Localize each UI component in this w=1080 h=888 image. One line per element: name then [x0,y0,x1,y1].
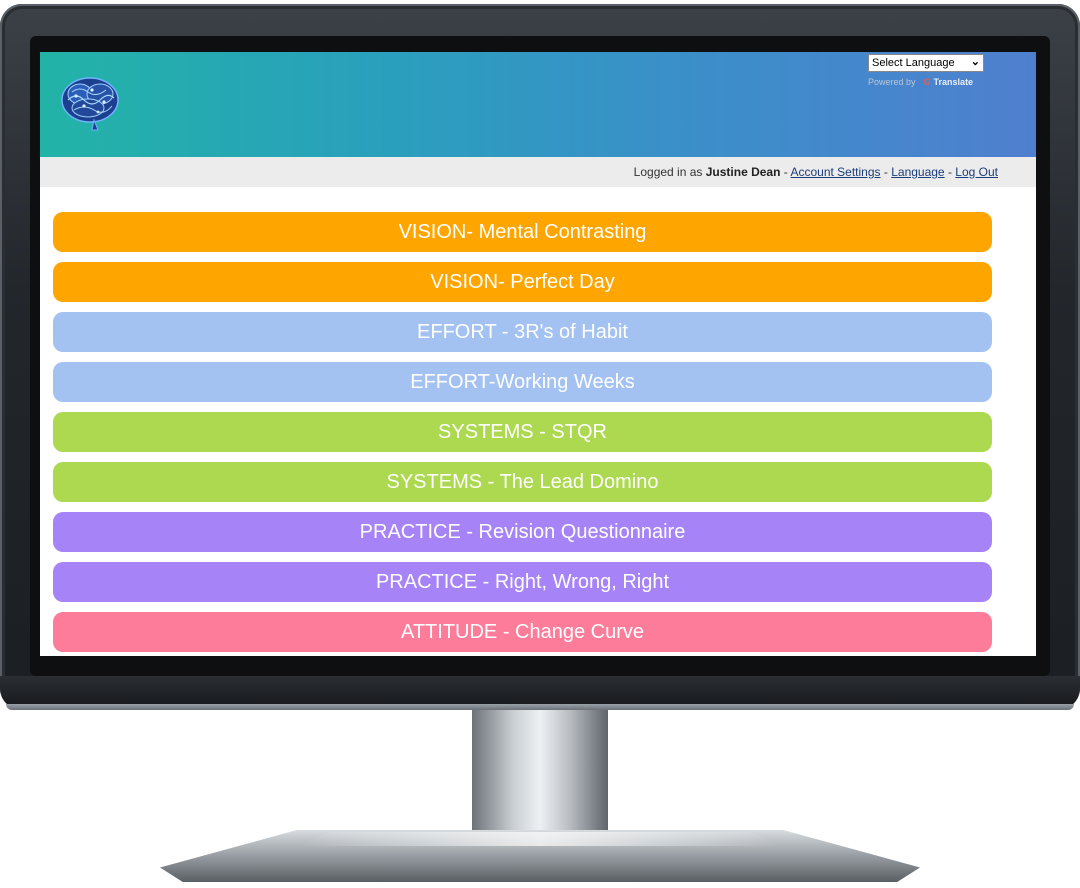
login-status: Logged in as Justine Dean - Account Sett… [634,165,998,179]
separator: - [783,165,788,179]
login-bar: Logged in as Justine Dean - Account Sett… [40,157,1036,187]
menu-item-vision-mental-contrasting[interactable]: VISION- Mental Contrasting [53,212,992,252]
google-logo-icon: G [923,77,931,87]
menu-item-effort-working-weeks[interactable]: EFFORT-Working Weeks [53,362,992,402]
menu-item-effort-3rs-of-habit[interactable]: EFFORT - 3R's of Habit [53,312,992,352]
separator: - [883,165,888,179]
site-header: Select Language ⌄ Powered by G Translate [40,52,1036,157]
screen: Select Language ⌄ Powered by G Translate L… [40,52,1036,656]
menu-item-attitude-change-curve[interactable]: ATTITUDE - Change Curve [53,612,992,652]
monitor-stand-neck [472,710,608,840]
logged-in-label: Logged in as [633,165,703,179]
google-translate-attribution: Powered by G Translate [868,77,973,87]
log-out-link[interactable]: Log Out [955,165,998,179]
menu-item-vision-perfect-day[interactable]: VISION- Perfect Day [53,262,992,302]
chevron-down-icon: ⌄ [970,56,980,68]
menu-item-systems-stqr[interactable]: SYSTEMS - STQR [53,412,992,452]
monitor-stand-shine [300,832,780,846]
brain-logo-icon[interactable] [58,72,122,132]
separator: - [947,165,952,179]
translate-link[interactable]: Translate [934,77,974,87]
menu-item-practice-revision-questionnaire[interactable]: PRACTICE - Revision Questionnaire [53,512,992,552]
menu-item-practice-right-wrong-right[interactable]: PRACTICE - Right, Wrong, Right [53,562,992,602]
language-link[interactable]: Language [891,165,944,179]
language-select-value: Select Language [872,57,955,69]
module-menu: VISION- Mental Contrasting VISION- Perfe… [53,212,992,656]
account-settings-link[interactable]: Account Settings [790,165,880,179]
language-select[interactable]: Select Language ⌄ [868,54,984,72]
user-name: Justine Dean [705,165,781,179]
menu-item-systems-lead-domino[interactable]: SYSTEMS - The Lead Domino [53,462,992,502]
powered-by-label: Powered by [868,77,916,87]
